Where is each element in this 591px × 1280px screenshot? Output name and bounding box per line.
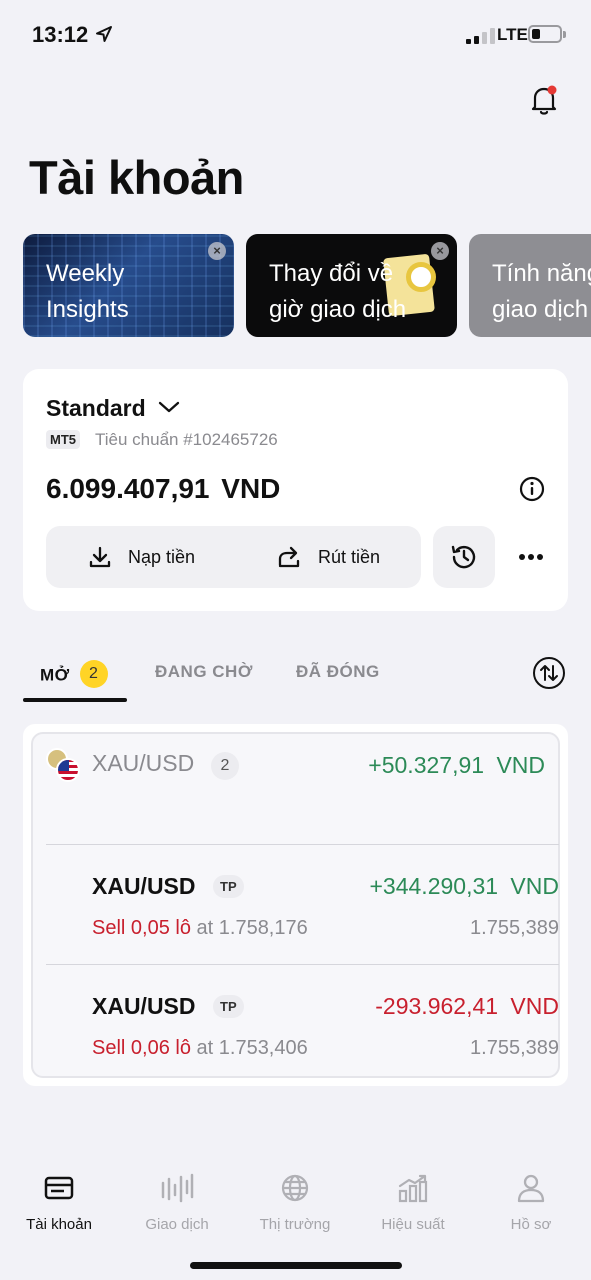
active-tab-indicator bbox=[23, 698, 127, 702]
status-bar: 13:12 LTE bbox=[0, 0, 591, 70]
account-type-selector[interactable]: Standard bbox=[46, 395, 146, 422]
group-profit: +50.327,91 VND bbox=[368, 752, 545, 778]
positions-tabs: MỞ 2 ĐANG CHỜ ĐÃ ĐÓNG bbox=[23, 650, 568, 705]
account-card: Standard MT5 Tiêu chuẩn #102465726 6.099… bbox=[23, 369, 568, 611]
clock-illustration bbox=[406, 262, 436, 292]
notification-bell-icon[interactable] bbox=[526, 82, 562, 118]
promo-title-line1: Weekly bbox=[46, 260, 125, 287]
download-icon bbox=[89, 546, 111, 568]
promo-title-line1: Thay đổi về bbox=[269, 260, 394, 287]
nav-profile-label: Hồ sơ bbox=[510, 1216, 552, 1233]
wallet-card-icon bbox=[44, 1176, 74, 1200]
share-arrow-icon bbox=[278, 546, 300, 568]
take-profit-badge: TP bbox=[213, 995, 244, 1018]
platform-badge: MT5 bbox=[46, 430, 80, 449]
group-symbol: XAU/USD bbox=[92, 750, 195, 776]
position-profit: -293.962,41 VND bbox=[375, 993, 559, 1019]
position-open-price: at 1.758,176 bbox=[190, 917, 308, 939]
position-row[interactable]: XAU/USD TP +344.290,31 VND Sell 0,05 lô … bbox=[46, 844, 559, 964]
instrument-icon bbox=[46, 748, 82, 784]
promo-card-weekly-insights[interactable]: Weekly Insights × bbox=[23, 234, 234, 337]
deposit-label: Nạp tiền bbox=[128, 546, 196, 567]
position-detail: Sell 0,06 lô at 1.753,406 bbox=[92, 1037, 308, 1060]
promo-title-line2: giao dịch bbox=[492, 296, 589, 323]
candlestick-icon bbox=[161, 1173, 194, 1203]
history-icon bbox=[451, 545, 476, 569]
position-row[interactable]: XAU/USD TP -293.962,41 VND Sell 0,06 lô … bbox=[46, 964, 559, 1084]
user-icon bbox=[517, 1174, 545, 1203]
battery-icon bbox=[528, 25, 566, 43]
position-side-volume: Sell 0,06 lô bbox=[92, 1037, 191, 1059]
position-symbol: XAU/USD bbox=[92, 873, 196, 899]
withdraw-button[interactable]: Rút tiền bbox=[276, 526, 380, 588]
info-icon[interactable] bbox=[519, 476, 545, 502]
position-detail: Sell 0,05 lô at 1.758,176 bbox=[92, 917, 308, 940]
bar-chart-icon bbox=[398, 1174, 428, 1203]
promo-title-line2: giờ giao dịch bbox=[269, 296, 407, 323]
chevron-down-icon[interactable] bbox=[157, 399, 181, 415]
position-current-price: 1.755,389 bbox=[470, 917, 559, 939]
home-indicator[interactable] bbox=[190, 1262, 402, 1269]
deposit-button[interactable]: Nạp tiền bbox=[88, 526, 195, 588]
bottom-navigation: Tài khoản Giao dịch Thị trường Hiệu suất… bbox=[0, 1160, 591, 1240]
nav-profile[interactable]: Hồ sơ bbox=[472, 1170, 590, 1233]
position-symbol: XAU/USD bbox=[92, 993, 196, 1019]
tab-open-label: MỞ bbox=[40, 665, 70, 685]
nav-trade[interactable]: Giao dịch bbox=[118, 1170, 236, 1233]
position-group-header[interactable]: XAU/USD 2 +50.327,91 VND bbox=[33, 734, 558, 844]
us-flag-icon bbox=[56, 758, 80, 782]
group-count-badge: 2 bbox=[211, 752, 239, 780]
page-title: Tài khoản bbox=[29, 151, 244, 204]
nav-performance[interactable]: Hiệu suất bbox=[354, 1170, 472, 1233]
promo-title-line1: Tính năng bbox=[492, 260, 591, 287]
promo-card-trading-features[interactable]: Tính năng giao dịch bbox=[469, 234, 591, 337]
nav-account[interactable]: Tài khoản bbox=[0, 1170, 118, 1233]
close-icon[interactable]: × bbox=[208, 242, 226, 260]
take-profit-badge: TP bbox=[213, 875, 244, 898]
nav-markets-label: Thị trường bbox=[259, 1216, 331, 1233]
globe-icon bbox=[281, 1174, 309, 1202]
close-icon[interactable]: × bbox=[431, 242, 449, 260]
position-profit: +344.290,31 VND bbox=[369, 873, 560, 899]
nav-trade-label: Giao dịch bbox=[145, 1216, 209, 1233]
history-button[interactable] bbox=[433, 526, 495, 588]
position-current-price: 1.755,389 bbox=[470, 1037, 559, 1059]
open-count-badge: 2 bbox=[79, 660, 108, 688]
network-type: LTE bbox=[497, 25, 528, 44]
promo-carousel[interactable]: Weekly Insights × Thay đổi về giờ giao dịc… bbox=[23, 234, 591, 338]
position-side-volume: Sell 0,05 lô bbox=[92, 917, 191, 939]
withdraw-label: Rút tiền bbox=[318, 546, 381, 567]
signal-icon bbox=[466, 28, 496, 44]
nav-markets[interactable]: Thị trường bbox=[236, 1170, 354, 1233]
sort-icon[interactable] bbox=[532, 656, 566, 690]
promo-card-trading-hours[interactable]: Thay đổi về giờ giao dịch × bbox=[246, 234, 457, 337]
deposit-withdraw-group: Nạp tiền Rút tiền bbox=[46, 526, 421, 588]
more-dots-icon bbox=[519, 554, 543, 560]
position-open-price: at 1.753,406 bbox=[190, 1037, 308, 1059]
status-time: 13:12 bbox=[32, 22, 89, 47]
nav-performance-label: Hiệu suất bbox=[381, 1216, 445, 1233]
position-group: XAU/USD 2 +50.327,91 VND XAU/USD TP +344… bbox=[31, 732, 560, 1078]
nav-account-label: Tài khoản bbox=[26, 1216, 92, 1233]
more-options-button[interactable] bbox=[513, 539, 549, 575]
location-arrow-icon bbox=[96, 26, 112, 42]
promo-title-line2: Insights bbox=[46, 296, 129, 323]
tab-open[interactable]: MỞ 2 bbox=[40, 660, 108, 690]
account-number: Tiêu chuẩn #102465726 bbox=[95, 430, 278, 449]
account-balance: 6.099.407,91 VND bbox=[46, 473, 281, 504]
open-positions-panel: XAU/USD 2 +50.327,91 VND XAU/USD TP +344… bbox=[23, 724, 568, 1086]
tab-closed[interactable]: ĐÃ ĐÓNG bbox=[296, 662, 380, 682]
tab-pending[interactable]: ĐANG CHỜ bbox=[155, 662, 253, 682]
